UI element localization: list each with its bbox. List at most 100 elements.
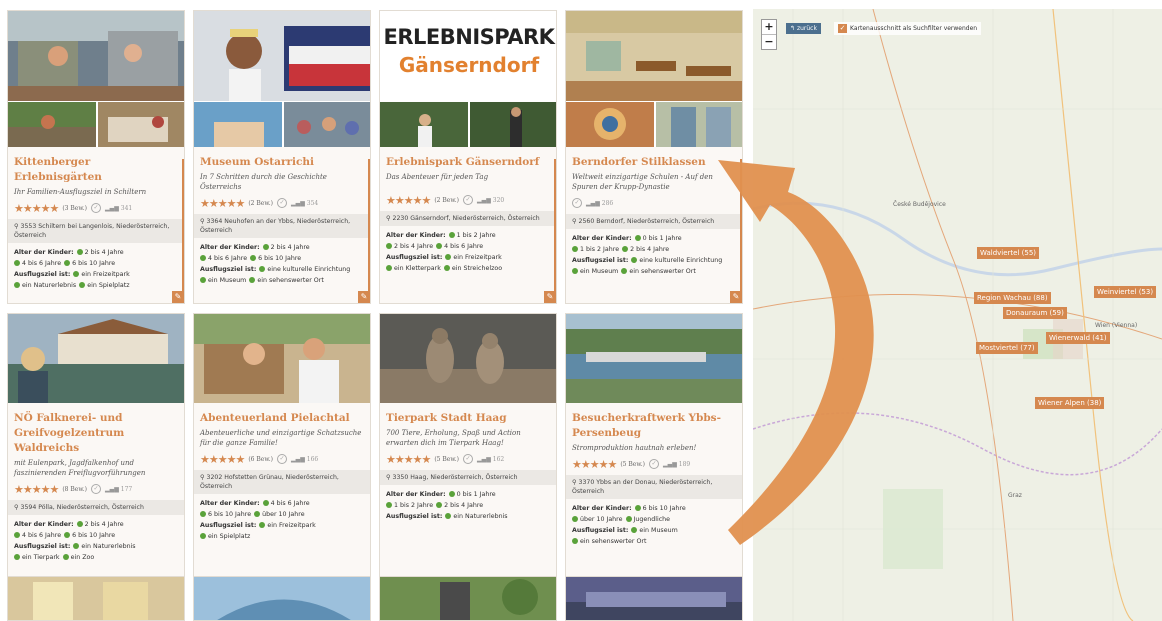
card-details: Alter der Kinder: 2 bis 4 Jahre 4 bis 6 J…: [200, 242, 366, 286]
card-photo[interactable]: [566, 11, 742, 101]
logo-line2: Gänserndorf: [398, 53, 540, 77]
address-text: 3594 Pölla, Niederösterreich, Österreich: [20, 504, 144, 511]
check-icon: [443, 265, 450, 271]
address-text: 3202 Hofstetten Grünau, Niederösterreich…: [200, 474, 339, 490]
result-card[interactable]: Abenteuerland Pielachtal Abenteuerliche …: [193, 313, 371, 607]
kids-label: Alter der Kinder:: [14, 249, 74, 256]
check-icon: [621, 268, 628, 274]
card-title[interactable]: Abenteuerland Pielachtal: [200, 411, 366, 426]
location-pin-icon: ⚲: [572, 218, 577, 225]
check-icon: [259, 522, 266, 528]
pin-icon[interactable]: ✎: [544, 291, 556, 303]
card-body: Museum Ostarrichi In 7 Schritten durch d…: [194, 147, 370, 303]
card-photo-small[interactable]: [470, 102, 556, 147]
card-address: ⚲ 3364 Neuhofen an der Ybbs, Niederöster…: [194, 214, 370, 238]
result-card[interactable]: [565, 576, 743, 621]
check-icon: [250, 255, 257, 261]
check-icon: [249, 277, 256, 283]
card-photo[interactable]: [380, 577, 557, 621]
card-photo[interactable]: [194, 314, 370, 403]
card-title[interactable]: NÖ Falknerei- und Greifvogelzentrum Wald…: [14, 411, 180, 456]
verified-icon: ✓: [277, 198, 288, 208]
ziel-type: ein Naturerlebnis: [453, 513, 508, 520]
card-photo[interactable]: [566, 577, 743, 621]
kids-age: über 10 Jahre: [262, 511, 305, 518]
card-title[interactable]: Kittenberger Erlebnisgärten: [14, 155, 180, 185]
card-title[interactable]: Museum Ostarrichi: [200, 155, 366, 170]
city-label: Wien (Vienna): [1095, 322, 1138, 329]
card-photo-small[interactable]: [380, 102, 468, 147]
check-icon: [634, 505, 641, 511]
region-marker[interactable]: Wiener Alpen (38): [1035, 397, 1105, 409]
ziel-label: Ausflugsziel ist:: [200, 522, 257, 529]
result-card[interactable]: Museum Ostarrichi In 7 Schritten durch d…: [193, 10, 371, 304]
card-rating: ★★★★★ (3 Bew.) ✓ ▂▄▆ 341: [14, 202, 180, 215]
card-title[interactable]: Erlebnispark Gänserndorf: [386, 155, 552, 170]
pin-icon[interactable]: ✎: [358, 291, 370, 303]
address-text: 3364 Neuhofen an der Ybbs, Niederösterre…: [200, 218, 351, 234]
card-photo-small[interactable]: [194, 102, 282, 147]
bar-chart-icon: ▂▄▆: [105, 485, 119, 493]
pin-icon[interactable]: ✎: [172, 291, 184, 303]
card-photo[interactable]: [8, 577, 185, 621]
card-subtitle: In 7 Schritten durch die Geschichte Öste…: [200, 173, 327, 191]
star-rating-icon: ★★★★★: [200, 452, 245, 466]
card-photo[interactable]: [194, 577, 371, 621]
card-photo-small[interactable]: [98, 102, 184, 147]
card-photo[interactable]: [8, 314, 184, 403]
region-marker[interactable]: Region Wachau (88): [974, 292, 1051, 304]
ziel-label: Ausflugsziel ist:: [200, 266, 257, 273]
ziel-type: ein Kletterpark: [394, 265, 441, 272]
card-photo-small[interactable]: [566, 102, 654, 147]
result-card[interactable]: NÖ Falknerei- und Greifvogelzentrum Wald…: [7, 313, 185, 607]
zoom-in-button[interactable]: +: [762, 20, 776, 34]
card-photo[interactable]: [8, 11, 184, 101]
view-count: ▂▄▆ 177: [105, 486, 132, 493]
card-subtitle: Abenteuerliche und einzigartige Schatzsu…: [200, 429, 362, 447]
bar-chart-icon: ▂▄▆: [291, 455, 305, 463]
result-card[interactable]: [379, 576, 557, 621]
region-marker[interactable]: Mostviertel (77): [976, 342, 1038, 354]
location-pin-icon: ⚲: [386, 215, 391, 222]
map-filter-toggle[interactable]: ✓ Kartenausschnitt als Suchfilter verwen…: [834, 22, 982, 35]
verified-icon: ✓: [463, 195, 474, 205]
result-card[interactable]: Tierpark Stadt Haag 700 Tiere, Erholung,…: [379, 313, 557, 607]
undo-icon: ↰: [790, 25, 796, 32]
results-grid: Kittenberger Erlebnisgärten Ihr Familien…: [0, 0, 752, 621]
card-photo[interactable]: [194, 11, 370, 101]
back-button[interactable]: ↰ zurück: [786, 23, 821, 34]
view-count: ▂▄▆ 354: [291, 200, 318, 207]
card-body: Kittenberger Erlebnisgärten Ihr Familien…: [8, 147, 184, 303]
verified-icon: ✓: [572, 198, 582, 208]
check-icon: [262, 244, 269, 250]
card-photo[interactable]: [380, 314, 556, 403]
checkbox-checked-icon[interactable]: ✓: [838, 24, 847, 33]
bar-chart-icon: ▂▄▆: [291, 199, 305, 207]
result-card[interactable]: ERLEBNISPARK Gänserndorf Erlebnispark Gä…: [379, 10, 557, 304]
review-count: (3 Bew.): [62, 204, 88, 212]
view-count: ▂▄▆ 189: [663, 461, 690, 468]
result-card[interactable]: Kittenberger Erlebnisgärten Ihr Familien…: [7, 10, 185, 304]
review-count: (5 Bew.): [434, 455, 460, 463]
result-card[interactable]: [193, 576, 371, 621]
region-marker[interactable]: Weinviertel (53): [1094, 286, 1157, 298]
card-logo[interactable]: ERLEBNISPARK Gänserndorf: [380, 11, 556, 101]
verified-icon: ✓: [277, 454, 288, 464]
region-marker[interactable]: Donauraum (59): [1003, 307, 1067, 319]
ziel-type: ein Streichelzoo: [451, 265, 503, 272]
ziel-type: ein Spielplatz: [87, 282, 130, 289]
region-marker[interactable]: Wienerwald (41): [1046, 332, 1110, 344]
zoom-out-button[interactable]: −: [762, 34, 776, 49]
ziel-type: ein sehenswerter Ort: [629, 268, 696, 275]
card-photo-small[interactable]: [284, 102, 370, 147]
card-details: Alter der Kinder: 2 bis 4 Jahre 4 bis 6 J…: [14, 247, 180, 291]
region-marker[interactable]: Waldviertel (55): [977, 247, 1040, 259]
card-photo-small[interactable]: [8, 102, 96, 147]
review-count: (2 Bew.): [248, 199, 274, 207]
result-card[interactable]: [7, 576, 185, 621]
view-count: ▂▄▆ 166: [291, 456, 318, 463]
card-title[interactable]: Tierpark Stadt Haag: [386, 411, 552, 426]
ziel-type: ein Naturerlebnis: [22, 282, 77, 289]
check-icon: [73, 543, 80, 549]
ziel-type: ein Spielplatz: [208, 533, 251, 540]
